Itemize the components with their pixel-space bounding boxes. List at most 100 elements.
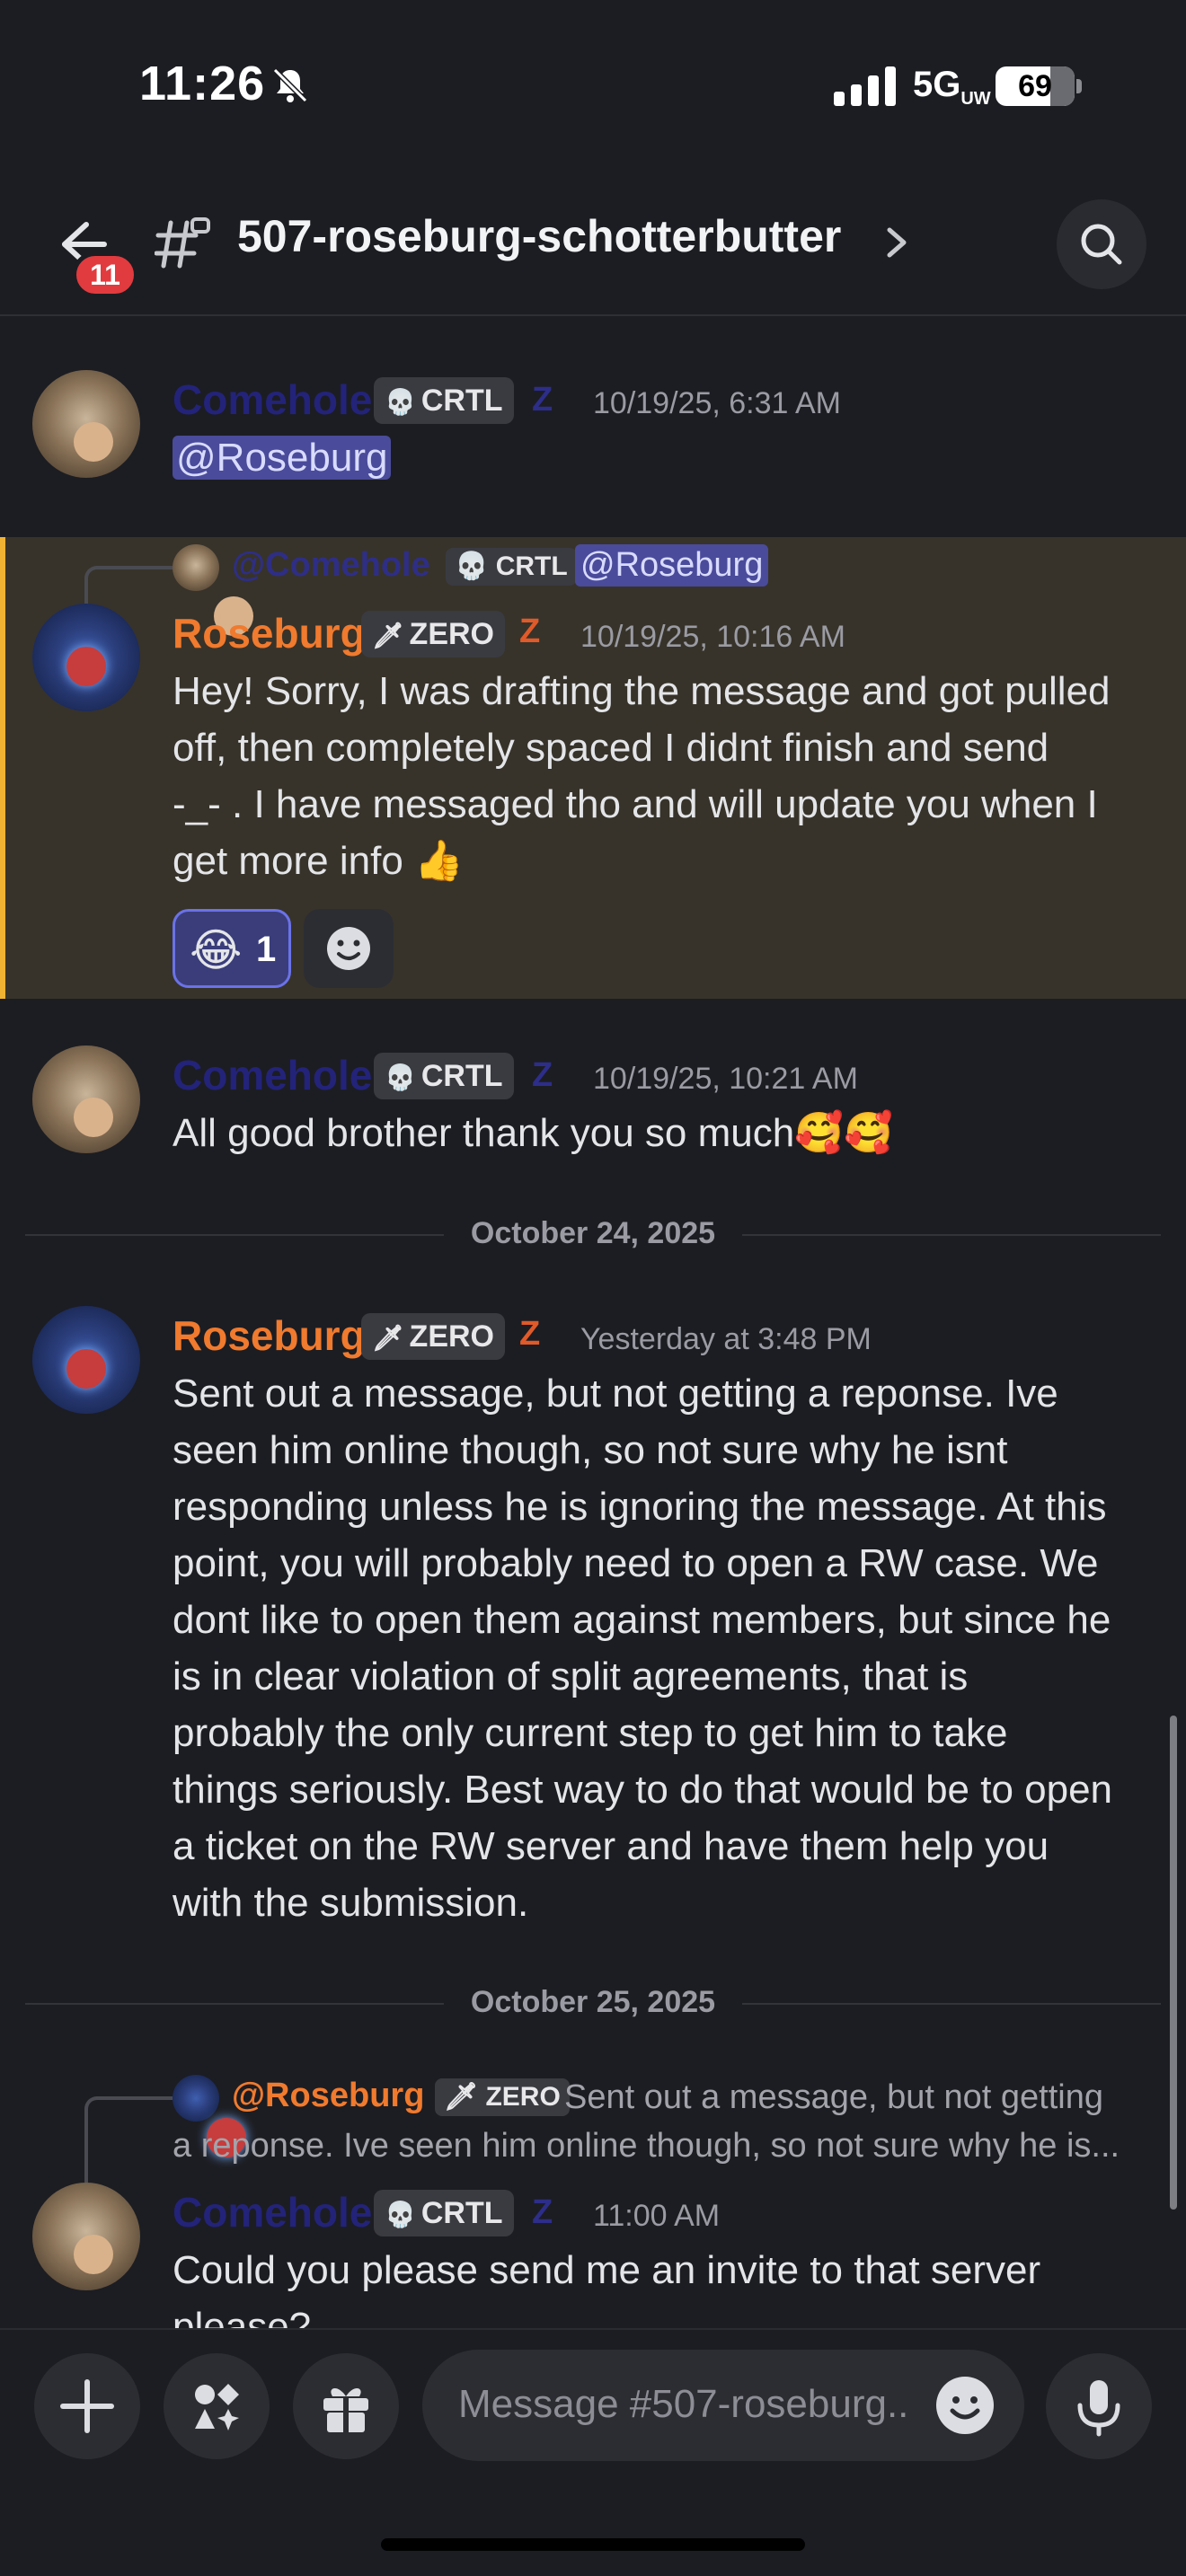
message-line: seen him online though, so not sure why … bbox=[173, 1428, 1008, 1472]
message-body: All good brother thank you so much🥰🥰 bbox=[173, 1111, 893, 1155]
avatar-roseburg[interactable] bbox=[32, 1306, 140, 1414]
message-body: Hey! Sorry, I was drafting the message a… bbox=[173, 663, 1170, 889]
role-tag: 🗡 ZERO bbox=[361, 611, 505, 657]
channel-name[interactable]: 507-roseburg-schotterbutter bbox=[237, 210, 841, 262]
add-reaction-button[interactable] bbox=[304, 909, 394, 988]
reply-role-tag: 🗡 ZERO bbox=[435, 2078, 570, 2116]
message-body: Sent out a message, but not getting a re… bbox=[173, 1365, 1170, 1931]
role-tag: 🗡 ZERO bbox=[361, 1313, 505, 1360]
voice-button[interactable] bbox=[1046, 2353, 1152, 2459]
author-name[interactable]: Comehole bbox=[173, 1051, 372, 1099]
message-body: Could you please send me an invite to th… bbox=[173, 2242, 1170, 2328]
role-badge-icon: Z bbox=[532, 1056, 553, 1094]
reaction-laugh[interactable]: 😂 1 bbox=[173, 909, 291, 988]
role-badge-icon: Z bbox=[532, 381, 553, 419]
role-tag: 💀 CRTL bbox=[374, 2190, 514, 2236]
sword-icon: 🗡 bbox=[444, 2082, 479, 2112]
unread-badge: 11 bbox=[72, 251, 138, 298]
message-line: Sent out a message, but not getting a re… bbox=[173, 1372, 1058, 1416]
avatar-comehole[interactable] bbox=[32, 2183, 140, 2290]
reply-avatar bbox=[173, 544, 253, 636]
date-divider-line bbox=[25, 1234, 444, 1236]
message-line: with the submission. bbox=[173, 1881, 529, 1925]
reply-role-tag: 💀 CRTL bbox=[446, 548, 577, 586]
message-line: a ticket on the RW server and have them … bbox=[173, 1824, 1049, 1868]
date-divider-label: October 24, 2025 bbox=[470, 1216, 716, 1250]
reply-preview[interactable]: a reponse. Ive seen him online though, s… bbox=[173, 2122, 1170, 2170]
avatar-comehole[interactable] bbox=[32, 370, 140, 478]
smiley-icon bbox=[327, 927, 370, 970]
date-divider-line bbox=[742, 1234, 1161, 1236]
date-divider-label: October 25, 2025 bbox=[470, 1985, 716, 2019]
scrollbar[interactable] bbox=[1170, 1716, 1177, 2210]
signal-icon bbox=[834, 66, 896, 106]
status-time: 11:26 bbox=[139, 57, 266, 110]
reply-author[interactable]: @Roseburg bbox=[232, 2077, 424, 2115]
message-line: Hey! Sorry, I was drafting the message a… bbox=[173, 669, 1111, 713]
message-input-placeholder: Message #507-roseburg.. bbox=[458, 2382, 909, 2426]
reply-avatar bbox=[173, 2075, 246, 2157]
search-button[interactable] bbox=[1057, 199, 1146, 289]
timestamp: 11:00 AM bbox=[593, 2199, 721, 2233]
mention[interactable]: @Roseburg bbox=[173, 436, 392, 480]
battery-percent: 69 bbox=[1018, 69, 1052, 103]
battery-icon: 69 bbox=[996, 66, 1075, 106]
avatar-comehole[interactable] bbox=[32, 1045, 140, 1153]
message-line: dont like to open them against members, … bbox=[173, 1598, 1111, 1642]
message-line: off, then completely spaced I didnt fini… bbox=[173, 726, 1049, 770]
date-divider-line bbox=[25, 2003, 444, 2005]
plus-icon bbox=[60, 2379, 114, 2433]
author-name[interactable]: Roseburg bbox=[173, 1311, 366, 1360]
microphone-icon bbox=[1077, 2380, 1120, 2437]
message-body: @Roseburg bbox=[173, 429, 1170, 486]
battery-tip bbox=[1076, 79, 1082, 93]
timestamp: 10/19/25, 6:31 AM bbox=[593, 386, 841, 420]
crown-role-icon: Z bbox=[519, 613, 541, 650]
reply-author[interactable]: @Comehole bbox=[232, 546, 430, 585]
author-name[interactable]: Roseburg bbox=[173, 609, 366, 657]
emoji-icon[interactable] bbox=[934, 2375, 996, 2436]
skull-icon: 💀 bbox=[385, 2201, 416, 2228]
apps-button[interactable] bbox=[164, 2353, 270, 2459]
message-line: is in clear violation of split agreement… bbox=[173, 1654, 969, 1698]
laugh-emoji: 😂 bbox=[190, 925, 243, 975]
thread-channel-icon bbox=[155, 217, 210, 269]
status-bar: 11:26 5GUW 69 bbox=[0, 0, 1186, 171]
role-tag: 💀 CRTL bbox=[374, 1053, 514, 1099]
reply-mention[interactable]: @Roseburg bbox=[575, 544, 769, 587]
avatar-roseburg[interactable] bbox=[32, 604, 140, 711]
message-line: -_- . I have messaged tho and will updat… bbox=[173, 782, 1098, 826]
message-line: things seriously. Best way to do that wo… bbox=[173, 1768, 1113, 1812]
skull-icon: 💀 bbox=[385, 1063, 416, 1091]
date-divider-line bbox=[742, 2003, 1161, 2005]
gift-button[interactable] bbox=[293, 2353, 399, 2459]
timestamp: Yesterday at 3:48 PM bbox=[580, 1322, 872, 1356]
network-label: 5GUW bbox=[913, 65, 991, 109]
skull-icon: 💀 bbox=[455, 551, 489, 581]
reaction-count: 1 bbox=[256, 930, 277, 969]
crown-role-icon: Z bbox=[519, 1315, 541, 1353]
gift-icon bbox=[323, 2387, 368, 2434]
chevron-right-icon[interactable] bbox=[884, 225, 909, 260]
message-line: point, you will probably need to open a … bbox=[173, 1541, 1099, 1585]
search-icon bbox=[1081, 224, 1122, 265]
skull-icon: 💀 bbox=[385, 388, 416, 416]
timestamp: 10/19/25, 10:16 AM bbox=[580, 620, 845, 654]
message-line: get more info 👍 bbox=[173, 839, 464, 883]
apps-icon bbox=[195, 2384, 239, 2430]
home-indicator[interactable] bbox=[381, 2538, 805, 2551]
bell-off-icon bbox=[272, 67, 308, 103]
sword-icon: 🗡 bbox=[372, 622, 404, 649]
message-line: responding unless he is ignoring the mes… bbox=[173, 1485, 1107, 1529]
message-line: Could you please send me an invite to th… bbox=[173, 2248, 1041, 2292]
reply-preview[interactable]: Sent out a message, but not getting bbox=[564, 2073, 1103, 2122]
role-tag: 💀 CRTL bbox=[374, 377, 514, 424]
message-line: please? bbox=[173, 2305, 312, 2328]
attach-button[interactable] bbox=[34, 2353, 140, 2459]
timestamp: 10/19/25, 10:21 AM bbox=[593, 1062, 858, 1096]
author-name[interactable]: Comehole bbox=[173, 375, 372, 424]
reply-connector bbox=[84, 2096, 173, 2183]
message-line: probably the only current step to get hi… bbox=[173, 1711, 1008, 1755]
channel-header: 11 507-roseburg-schotterbutter bbox=[0, 171, 1186, 316]
author-name[interactable]: Comehole bbox=[173, 2188, 372, 2236]
